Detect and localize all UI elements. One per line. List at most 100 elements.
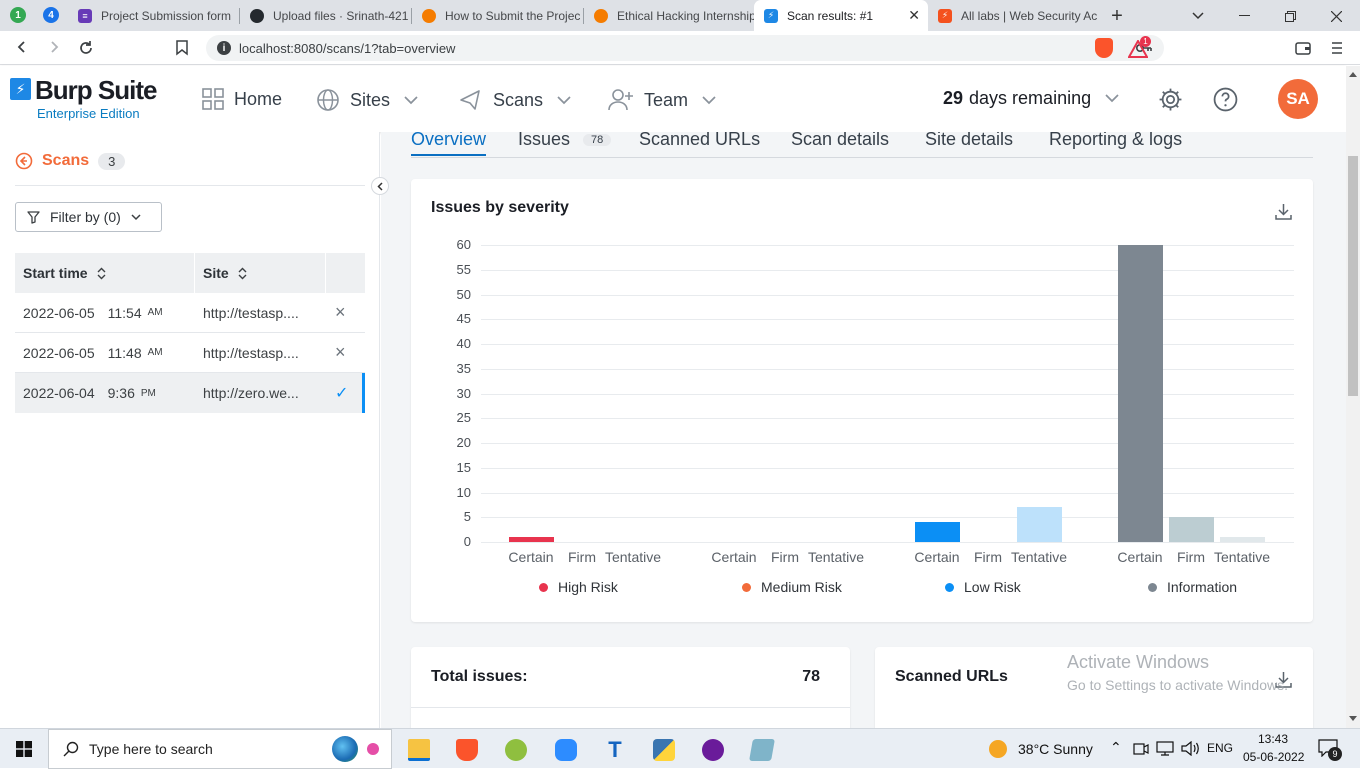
nav-home[interactable]: Home	[202, 88, 282, 110]
bar-information-tentative[interactable]	[1220, 537, 1265, 542]
python-icon[interactable]	[653, 739, 675, 761]
wallet-icon[interactable]	[1295, 41, 1311, 55]
logo-title[interactable]: Burp Suite	[35, 76, 157, 104]
taskbar-search-box[interactable]: Type here to search	[48, 729, 392, 769]
minimize-icon[interactable]	[1234, 6, 1254, 26]
browser-tab[interactable]: Upload files · Srinath-421	[240, 0, 412, 31]
typing-app-icon[interactable]: T	[604, 739, 626, 761]
gear-icon[interactable]	[1158, 87, 1183, 112]
app-stack-icon[interactable]	[505, 739, 527, 761]
tray-chevron-up-icon[interactable]: ⌃	[1110, 739, 1122, 756]
bookmark-icon[interactable]	[176, 40, 188, 56]
brave-rewards-icon[interactable]: 1	[1128, 36, 1151, 58]
forward-icon[interactable]	[47, 40, 61, 54]
column-site[interactable]: Site	[195, 253, 326, 293]
scroll-up-arrow-icon[interactable]	[1349, 72, 1357, 77]
windows-start-icon[interactable]	[16, 741, 32, 757]
column-start-time[interactable]: Start time	[15, 253, 195, 293]
url-bar[interactable]: i localhost:8080/scans/1?tab=overview	[206, 35, 1164, 61]
browser-tab[interactable]: ≡ Project Submission form	[68, 0, 240, 31]
legend-item[interactable]: Low Risk	[945, 579, 1021, 595]
y-tick-label: 50	[456, 286, 471, 302]
column-site-label: Site	[203, 265, 229, 281]
chevron-left-icon	[377, 181, 383, 191]
nav-sites[interactable]: Sites	[316, 88, 428, 112]
collapse-sidebar-button[interactable]	[371, 177, 389, 195]
scans-back-link[interactable]: Scans 3	[15, 152, 126, 170]
brave-shield-icon[interactable]	[1095, 38, 1113, 58]
browser-menu-icon[interactable]	[1331, 41, 1343, 55]
notification-center[interactable]: 9	[1318, 739, 1342, 761]
scrollbar-thumb[interactable]	[1348, 156, 1358, 396]
table-row-selected[interactable]: 2022-06-04 9:36 PM http://zero.we... ✓	[15, 373, 365, 413]
site-favicon-icon	[594, 8, 608, 23]
site-info-icon[interactable]: i	[217, 41, 231, 55]
legend-item[interactable]: Information	[1148, 579, 1237, 595]
nav-team[interactable]: Team	[608, 88, 726, 112]
tab-overview[interactable]: Overview	[411, 132, 487, 156]
bar-low-risk-tentative[interactable]	[1017, 507, 1062, 542]
y-tick-label: 5	[463, 509, 471, 525]
browser-tab[interactable]: How to Submit the Projec	[412, 0, 584, 31]
github-icon	[250, 8, 264, 23]
bar-high-risk-certain[interactable]	[509, 537, 554, 542]
weather-sun-icon[interactable]	[989, 740, 1007, 758]
tab-group-badge-4[interactable]: 4	[43, 7, 59, 23]
back-circle-icon	[15, 152, 33, 170]
zoom-icon[interactable]	[555, 739, 577, 761]
tab-search-chevron-icon[interactable]	[1188, 6, 1208, 26]
brave-browser-icon[interactable]	[456, 739, 478, 761]
filter-button[interactable]: Filter by (0)	[15, 202, 162, 232]
volume-icon[interactable]	[1181, 741, 1199, 756]
clock-date[interactable]: 05-06-2022	[1243, 750, 1304, 764]
x-tick-label: Certain	[1117, 549, 1163, 565]
gridline	[481, 245, 1294, 246]
failed-x-icon: ×	[335, 342, 346, 362]
notepad-app-icon[interactable]	[749, 739, 775, 761]
scroll-down-arrow-icon[interactable]	[1349, 716, 1357, 721]
bar-information-certain[interactable]	[1118, 245, 1163, 542]
bar-information-firm[interactable]	[1169, 517, 1214, 542]
bar-low-risk-certain[interactable]	[915, 522, 960, 542]
close-tab-icon[interactable]: ✕	[908, 7, 920, 24]
new-tab-icon[interactable]: +	[1107, 5, 1127, 27]
gridline	[481, 319, 1294, 321]
tab-reporting-logs[interactable]: Reporting & logs	[1049, 132, 1182, 150]
browser-tab[interactable]: Ethical Hacking Internship	[584, 0, 754, 31]
help-icon[interactable]	[1213, 87, 1238, 112]
tor-browser-icon[interactable]	[702, 739, 724, 761]
input-language[interactable]: ENG	[1207, 741, 1233, 755]
row-ampm: PM	[140, 387, 156, 399]
tab-group-badge-1[interactable]: 1	[10, 7, 26, 23]
close-window-icon[interactable]	[1326, 6, 1346, 26]
network-icon[interactable]	[1156, 741, 1174, 756]
avatar[interactable]: SA	[1278, 79, 1318, 119]
tab-scanned-urls[interactable]: Scanned URLs	[639, 132, 760, 150]
tab-site-details[interactable]: Site details	[925, 132, 1013, 150]
browser-tab[interactable]: ⚡ All labs | Web Security Ac	[928, 0, 1100, 31]
browser-tab-active[interactable]: ⚡ Scan results: #1 ✕	[754, 0, 928, 31]
table-row[interactable]: 2022-06-05 11:48 AM http://testasp.... ×	[15, 333, 365, 373]
file-explorer-icon[interactable]	[408, 739, 430, 761]
meet-now-icon[interactable]	[1133, 741, 1149, 756]
license-dropdown[interactable]: 29 days remaining	[943, 88, 1129, 109]
x-tick-label: Certain	[914, 549, 960, 565]
tab-issues[interactable]: Issues 78	[518, 132, 612, 150]
table-row[interactable]: 2022-06-05 11:54 AM http://testasp.... ×	[15, 293, 365, 333]
globe-icon	[317, 89, 339, 111]
reload-icon[interactable]	[78, 40, 94, 56]
row-site: http://zero.we...	[203, 385, 299, 401]
nav-scans[interactable]: Scans	[459, 88, 581, 112]
page-scrollbar[interactable]	[1346, 66, 1360, 728]
restore-icon[interactable]	[1280, 6, 1300, 26]
tab-scan-details[interactable]: Scan details	[791, 132, 889, 150]
weather-text[interactable]: 38°C Sunny	[1018, 741, 1093, 757]
clock-time[interactable]: 13:43	[1258, 732, 1288, 746]
scanned-urls-label: Scanned URLs	[895, 668, 1008, 685]
row-ampm: AM	[147, 347, 163, 358]
download-icon[interactable]	[1275, 203, 1292, 220]
back-icon[interactable]	[15, 40, 29, 54]
legend-item[interactable]: High Risk	[539, 579, 618, 595]
rewards-count-badge: 1	[1140, 36, 1151, 47]
legend-item[interactable]: Medium Risk	[742, 579, 842, 595]
